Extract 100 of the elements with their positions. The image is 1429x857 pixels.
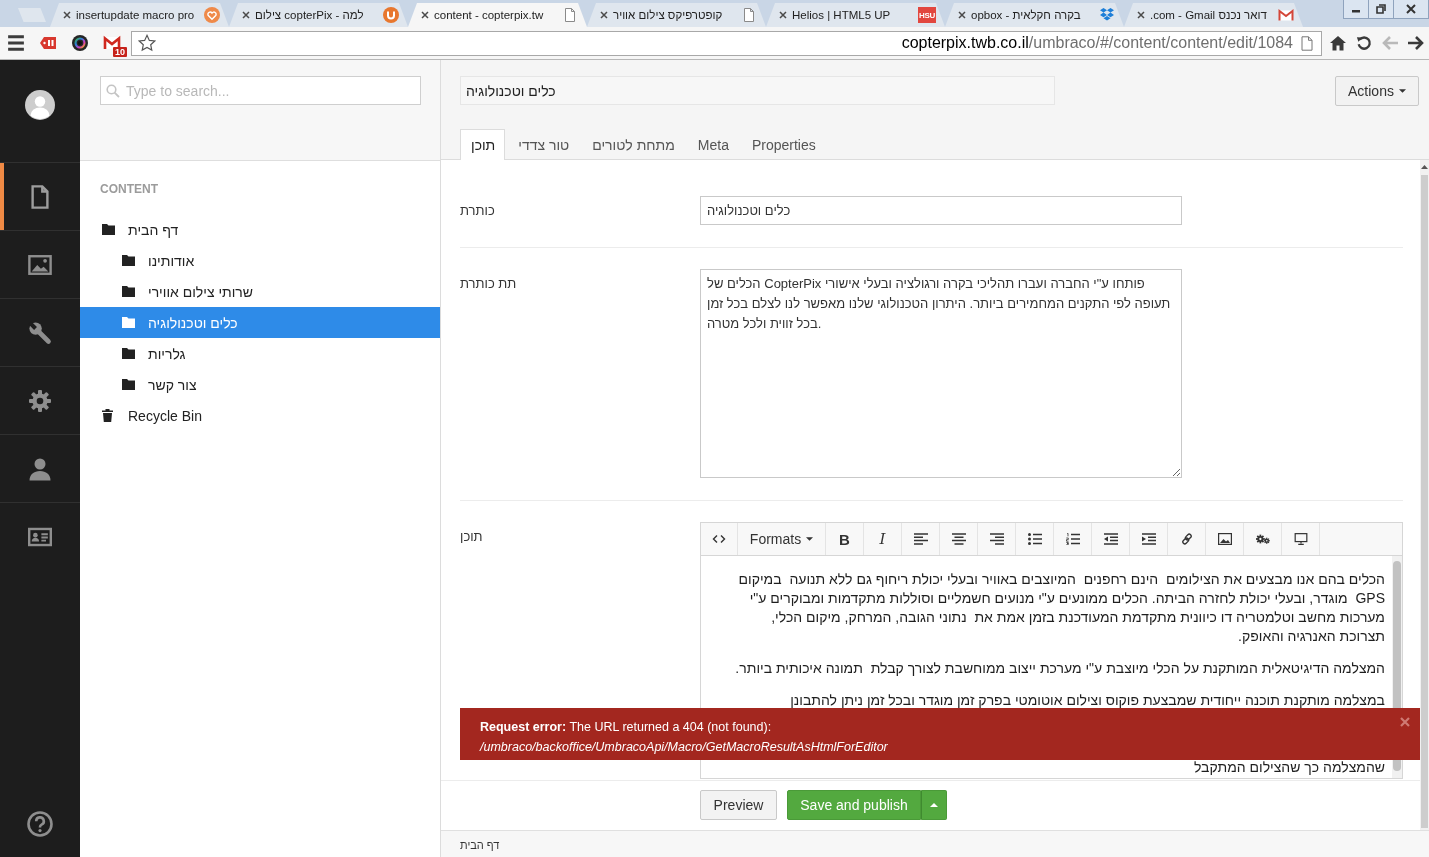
folder-icon: [102, 224, 115, 235]
bold-button[interactable]: B: [826, 523, 864, 555]
breadcrumb-link[interactable]: דף הבית: [460, 839, 500, 851]
help-icon: [27, 811, 53, 837]
extension-button[interactable]: 10: [96, 29, 128, 57]
close-icon[interactable]: [242, 11, 250, 19]
folder-icon: [122, 348, 135, 359]
align-center-icon: [951, 533, 966, 545]
formats-dropdown[interactable]: Formats: [738, 523, 826, 555]
tree-item[interactable]: גלריות: [80, 338, 440, 369]
caret-icon: [930, 803, 938, 807]
code-icon: [712, 533, 726, 545]
count-badge: 10: [113, 47, 127, 57]
textarea-field[interactable]: הכלים של CopterPix פותחו ע"י החברה ועברו תהליכי בקרה ורגולציה ובעלי אישורי תעופה לפי התקנים המחמירים ביותר. היתרון הטכנולוגי שלנו מאפשר לנו לצלם בכל זמן בכל זווית ולכל מטרה.: [700, 269, 1182, 478]
document-icon: [28, 184, 52, 209]
text-field[interactable]: כלים וטכנולוגיה: [700, 196, 1182, 225]
minimize-button[interactable]: [1343, 0, 1369, 19]
scrollbar[interactable]: [1420, 160, 1429, 830]
tree-item[interactable]: דף הבית: [80, 214, 440, 245]
tab[interactable]: טור צדדי: [507, 129, 580, 160]
tab[interactable]: Properties: [740, 129, 826, 160]
preview-button[interactable]: Preview: [700, 790, 777, 820]
u-logo-icon: [383, 7, 399, 23]
folder-icon: [122, 379, 135, 390]
folder-icon: [122, 317, 135, 328]
browser-tab[interactable]: קופטרפיקס צילום אוויר: [587, 3, 766, 27]
publish-options-button[interactable]: [921, 790, 947, 820]
caret-icon: [1398, 88, 1406, 93]
caret-icon: [806, 537, 814, 541]
star-icon[interactable]: [138, 34, 156, 52]
tree-item[interactable]: Recycle Bin: [80, 400, 440, 431]
tab[interactable]: מתחת לטורים: [581, 129, 685, 160]
page-icon: [741, 7, 757, 23]
browser-tab[interactable]: בקרה חקלאית - opbox: [945, 3, 1124, 27]
tag-icon: [39, 35, 57, 51]
section-item[interactable]: [0, 162, 80, 230]
restore-button[interactable]: [1368, 0, 1394, 19]
link-icon: [1179, 533, 1194, 545]
folder-icon: [122, 255, 135, 266]
address-bar[interactable]: copterpix.twb.co.il/umbraco/#/content/content/edit/1084: [131, 30, 1322, 56]
align-left-icon: [913, 533, 928, 545]
search-field[interactable]: Type to search...: [100, 76, 421, 105]
image-icon: [28, 252, 52, 277]
folder-icon: [122, 286, 135, 297]
paragraph: שהמצלמה כך שהצילום המתקבל: [1192, 758, 1385, 777]
close-icon[interactable]: [779, 11, 787, 19]
gears-icon: [1255, 533, 1270, 545]
outdent-icon: [1103, 533, 1118, 545]
mail-icon: [1278, 7, 1294, 23]
browser-tab[interactable]: insertupdate macro pro: [50, 3, 229, 27]
user-icon: [28, 456, 52, 481]
close-icon[interactable]: [958, 11, 966, 19]
tree-item[interactable]: שרותי צילום אווירי: [80, 276, 440, 307]
restore-icon: [1376, 4, 1386, 14]
scroll-up-icon[interactable]: [1421, 165, 1428, 169]
tree-item[interactable]: כלים וטכנולוגיה: [80, 307, 440, 338]
browser-tab[interactable]: למה - copterPix צילום: [229, 3, 408, 27]
page-icon: [562, 7, 578, 23]
error-message: Request error: The URL returned a 404 (not found):: [480, 719, 773, 736]
reload-icon: [1355, 35, 1373, 51]
close-icon[interactable]: [63, 11, 71, 19]
mail-icon: [103, 35, 121, 51]
home-icon: [1329, 35, 1347, 51]
paragraph: המצלמה הדיגיטאלית המותקנת על הכלי מיוצבת ע"י מערכת ייצוב ממוחשבת לצורך קבלת תמונה איכותית ביותר.: [734, 659, 1385, 678]
bullet-list-icon: [1027, 533, 1042, 545]
tab[interactable]: תוכן: [460, 129, 506, 160]
field-label: תוכן: [460, 529, 483, 544]
field-label: כותרת: [460, 203, 495, 218]
tab[interactable]: Meta: [686, 129, 739, 160]
page-icon[interactable]: [1301, 35, 1313, 51]
close-icon[interactable]: [421, 11, 429, 19]
align-right-icon: [989, 533, 1004, 545]
browser-tab[interactable]: Helios | HTML5 UP HSU: [766, 3, 945, 27]
italic-button[interactable]: I: [864, 523, 902, 555]
site-logo: HSU: [918, 7, 936, 23]
paragraph: הכלים בהם אנו מבצעים את הצילומים הינם רחפנים המיוצבים באוויר ובעלי יכולת ריחוף גם ללא תנועה במיקום GPS מוגדר, ובעלי יכולת לחזרה הביתה. הכלים ממונעים ע"י מנועים חשמליים וסוללות מתקדמות ומבוקרים ע"י מערכות מחשב וטלמטריה דו כיוונית מתקדמת המעודכנת בזמן אמת את נתוני הגובה, המרחק, מיקום הכלי, תצרוכת האנרגיה והאופק.: [737, 570, 1385, 646]
browser-tab[interactable]: .com - Gmail דואר נכנס: [1124, 3, 1303, 27]
diamonds-icon: [1099, 7, 1115, 23]
actions-button[interactable]: Actions: [1335, 75, 1419, 106]
close-icon[interactable]: [1137, 11, 1145, 19]
menu-icon: [7, 35, 25, 51]
window-close-button[interactable]: [1393, 0, 1429, 19]
trash-icon: [102, 409, 113, 422]
close-icon: [1406, 4, 1416, 14]
image-icon: [1217, 533, 1232, 545]
browser-tab[interactable]: content - copterpix.tw: [408, 3, 587, 27]
avatar-icon[interactable]: [25, 90, 55, 120]
name-field[interactable]: כלים וטכנולוגיה: [460, 76, 1055, 105]
wrench-icon: [28, 320, 52, 345]
lens-icon: [71, 35, 89, 51]
monitor-icon: [1293, 533, 1308, 545]
tree-item[interactable]: אודותינו: [80, 245, 440, 276]
search-icon: [106, 84, 120, 98]
close-icon[interactable]: [600, 11, 608, 19]
paragraph: במצלמה מותקנת תוכנה ייחודית שמבצעת פוקוס וצילום אוטומטי בפרק זמן מוגדר ובכל זמן ניתן להתבונן: [789, 691, 1385, 710]
error-detail: /umbraco/backoffice/UmbracoApi/Macro/GetMacroResultAsHtmlForEditor: [480, 739, 889, 756]
numbered-list-icon: [1065, 533, 1080, 545]
tree-item[interactable]: צור קשר: [80, 369, 440, 400]
indent-icon: [1141, 533, 1156, 545]
gear-icon: [28, 388, 52, 413]
